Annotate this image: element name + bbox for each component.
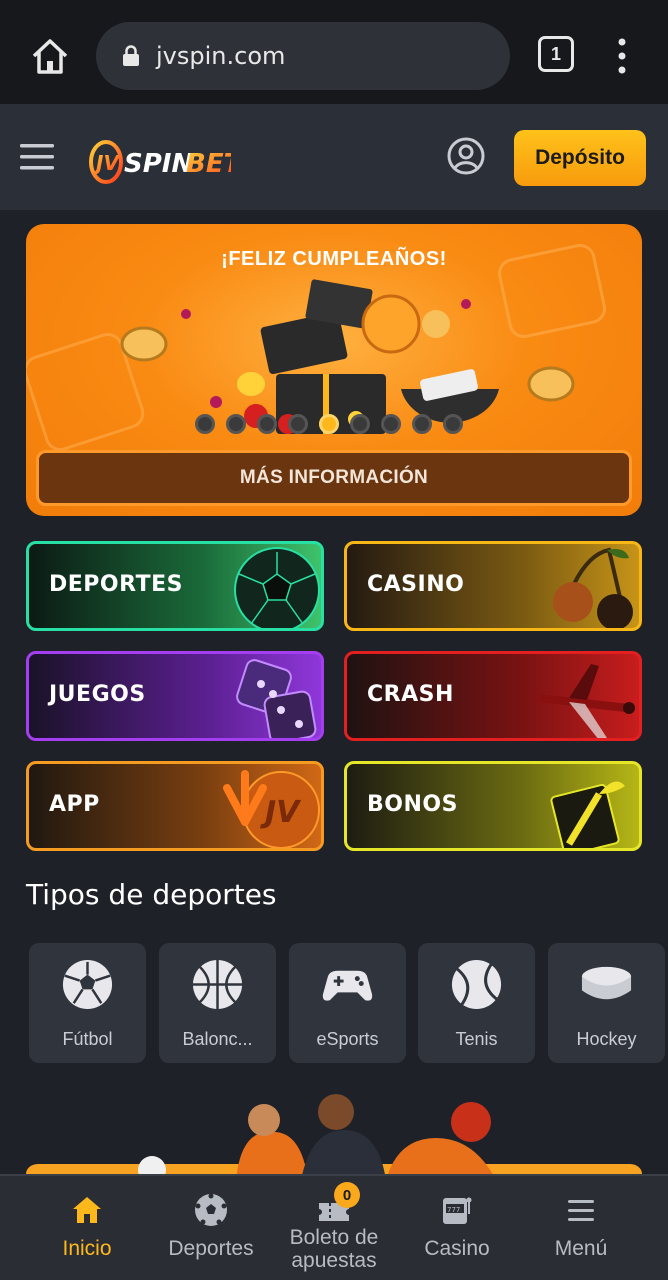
jvspinbet-logo[interactable]: JV SPIN BET bbox=[86, 132, 231, 188]
nav-label: Casino bbox=[424, 1237, 490, 1260]
carousel-dot[interactable] bbox=[443, 414, 463, 434]
gift-box-icon bbox=[550, 781, 625, 848]
nav-item-deportes[interactable]: Deportes bbox=[158, 1176, 264, 1280]
nav-item-boleto[interactable]: 0 Boleto de apuestas bbox=[278, 1176, 390, 1280]
tile-label: DEPORTES bbox=[49, 572, 183, 597]
carousel-dot[interactable] bbox=[195, 414, 215, 434]
sport-label: Balonc... bbox=[182, 1029, 253, 1049]
nav-label: Inicio bbox=[62, 1237, 112, 1260]
deposit-button[interactable]: Depósito bbox=[514, 130, 646, 186]
carousel-dot[interactable] bbox=[412, 414, 432, 434]
dice-icon bbox=[236, 659, 317, 738]
sport-item-futbol[interactable]: Fútbol bbox=[29, 943, 146, 1063]
carousel-dot[interactable] bbox=[226, 414, 246, 434]
carousel-dot[interactable] bbox=[350, 414, 370, 434]
hockey-puck-icon bbox=[581, 966, 632, 1000]
athletes-promo-image bbox=[26, 1094, 642, 1180]
tile-label: CRASH bbox=[367, 682, 454, 707]
svg-text:777: 777 bbox=[447, 1206, 460, 1214]
url-text: jvspin.com bbox=[156, 42, 286, 70]
menu-icon bbox=[568, 1200, 594, 1221]
bet-slip-count-badge: 0 bbox=[334, 1182, 360, 1208]
svg-text:BET: BET bbox=[186, 149, 231, 179]
hamburger-menu-icon[interactable] bbox=[20, 142, 54, 172]
nav-item-menu[interactable]: Menú bbox=[536, 1176, 626, 1280]
svg-text:SPIN: SPIN bbox=[124, 149, 193, 179]
lock-icon bbox=[123, 45, 139, 66]
category-tile-crash[interactable]: CRASH bbox=[344, 651, 642, 741]
home-icon bbox=[73, 1197, 101, 1223]
sport-label: eSports bbox=[316, 1029, 379, 1049]
sport-label: Fútbol bbox=[62, 1029, 113, 1049]
cherries-icon bbox=[553, 547, 633, 628]
tennis-ball-icon bbox=[451, 959, 502, 1010]
carousel-dot[interactable] bbox=[381, 414, 401, 434]
gamepad-icon bbox=[322, 970, 373, 1001]
nav-item-casino[interactable]: 777 Casino bbox=[412, 1176, 502, 1280]
carousel-dots bbox=[195, 414, 463, 434]
tile-label: APP bbox=[49, 792, 100, 817]
tile-label: CASINO bbox=[367, 572, 465, 597]
more-info-button[interactable]: MÁS INFORMACIÓN bbox=[36, 450, 632, 506]
tile-label: BONOS bbox=[367, 792, 458, 817]
carousel-dot[interactable] bbox=[288, 414, 308, 434]
banner-title: ¡FELIZ CUMPLEAÑOS! bbox=[221, 248, 447, 270]
sport-item-hockey[interactable]: Hockey bbox=[548, 943, 665, 1063]
sport-item-baloncesto[interactable]: Balonc... bbox=[159, 943, 276, 1063]
bottom-navigation: Inicio Deportes 0 Boleto de apuestas 777… bbox=[0, 1174, 668, 1280]
nav-label: Menú bbox=[554, 1237, 608, 1260]
slot-machine-icon: 777 bbox=[443, 1197, 472, 1224]
tile-label: JUEGOS bbox=[49, 682, 146, 707]
carousel-dot[interactable] bbox=[257, 414, 277, 434]
svg-text:JV: JV bbox=[92, 151, 120, 175]
home-icon[interactable] bbox=[28, 34, 72, 78]
sport-item-esports[interactable]: eSports bbox=[289, 943, 406, 1063]
basketball-icon bbox=[192, 959, 243, 1010]
nav-item-inicio[interactable]: Inicio bbox=[42, 1176, 132, 1280]
site-header: JV SPIN BET Depósito bbox=[0, 104, 668, 210]
sport-item-tenis[interactable]: Tenis bbox=[418, 943, 535, 1063]
category-tile-deportes[interactable]: DEPORTES bbox=[26, 541, 324, 631]
soccer-ball-icon bbox=[234, 547, 320, 628]
tab-switcher-button[interactable]: 1 bbox=[538, 36, 574, 72]
sport-label: Tenis bbox=[455, 1029, 498, 1049]
app-download-icon: JV bbox=[223, 770, 320, 848]
svg-text:JV: JV bbox=[260, 795, 302, 830]
category-tile-bonos[interactable]: BONOS bbox=[344, 761, 642, 851]
soccer-ball-icon bbox=[195, 1193, 227, 1226]
section-title-sport-types: Tipos de deportes bbox=[26, 878, 277, 911]
soccer-ball-icon bbox=[62, 959, 113, 1010]
carousel-dot-active[interactable] bbox=[319, 414, 339, 434]
nav-label: Deportes bbox=[168, 1237, 254, 1260]
nav-label: Boleto de apuestas bbox=[289, 1226, 379, 1272]
airplane-icon bbox=[539, 664, 635, 738]
category-tile-casino[interactable]: CASINO bbox=[344, 541, 642, 631]
sport-label: Hockey bbox=[576, 1029, 637, 1049]
category-tile-app[interactable]: APP JV bbox=[26, 761, 324, 851]
promo-banner[interactable]: ¡FELIZ CUMPLEAÑOS! MÁS INFORMACIÓN bbox=[26, 224, 642, 516]
sport-types-carousel[interactable]: Fútbol Balonc... eSports Tenis Hockey bbox=[29, 943, 668, 1063]
more-vertical-icon[interactable] bbox=[612, 36, 632, 76]
user-account-icon[interactable] bbox=[446, 136, 486, 176]
browser-toolbar: jvspin.com 1 bbox=[0, 0, 668, 104]
address-bar[interactable]: jvspin.com bbox=[96, 22, 510, 90]
category-tile-juegos[interactable]: JUEGOS bbox=[26, 651, 324, 741]
